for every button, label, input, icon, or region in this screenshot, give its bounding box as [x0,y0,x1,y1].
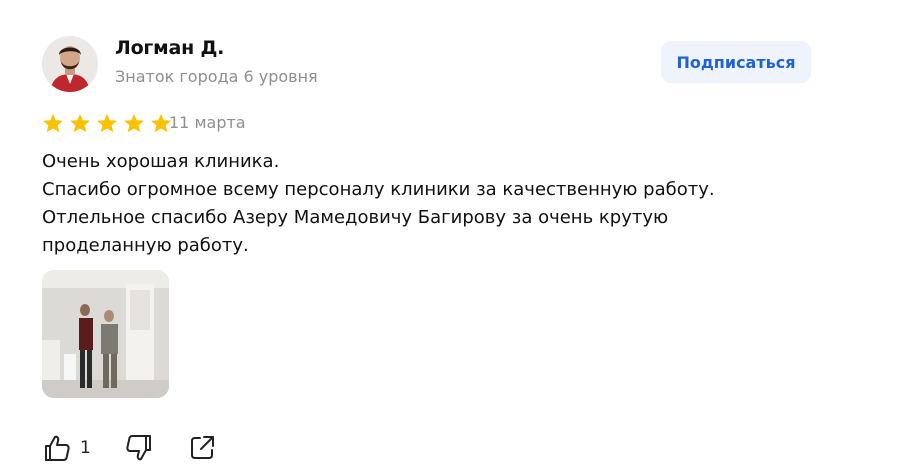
review-text-line: Отлельное спасибо Азеру Мамедовичу Багир… [42,207,669,228]
review-photo[interactable] [42,270,169,398]
review-text-line: Спасибо огромное всему персоналу клиники… [42,179,715,200]
dislike-button[interactable] [124,432,154,464]
review-date: 11 марта [169,113,246,132]
star-icon [124,113,144,133]
subscribe-button[interactable]: Подписаться [661,41,811,83]
review-text-line: проделанную работу. [42,235,249,256]
avatar[interactable] [42,36,98,92]
author-name[interactable]: Логман Д. [115,37,224,59]
star-icon [70,113,90,133]
avatar-photo [42,36,98,92]
like-button[interactable]: 1 [42,432,91,464]
star-icon [43,113,63,133]
share-button[interactable] [187,432,217,464]
review-photo-image [42,270,169,398]
author-level: Знаток города 6 уровня [115,67,318,86]
review-text: Очень хорошая клиника. Спасибо огромное … [42,148,802,260]
share-icon [191,436,214,459]
thumbs-down-icon [126,435,151,461]
thumbs-up-icon [45,435,70,461]
like-count: 1 [80,438,91,458]
review-text-line: Очень хорошая клиника. [42,151,280,172]
star-icon [97,113,117,133]
rating-stars [42,113,177,133]
